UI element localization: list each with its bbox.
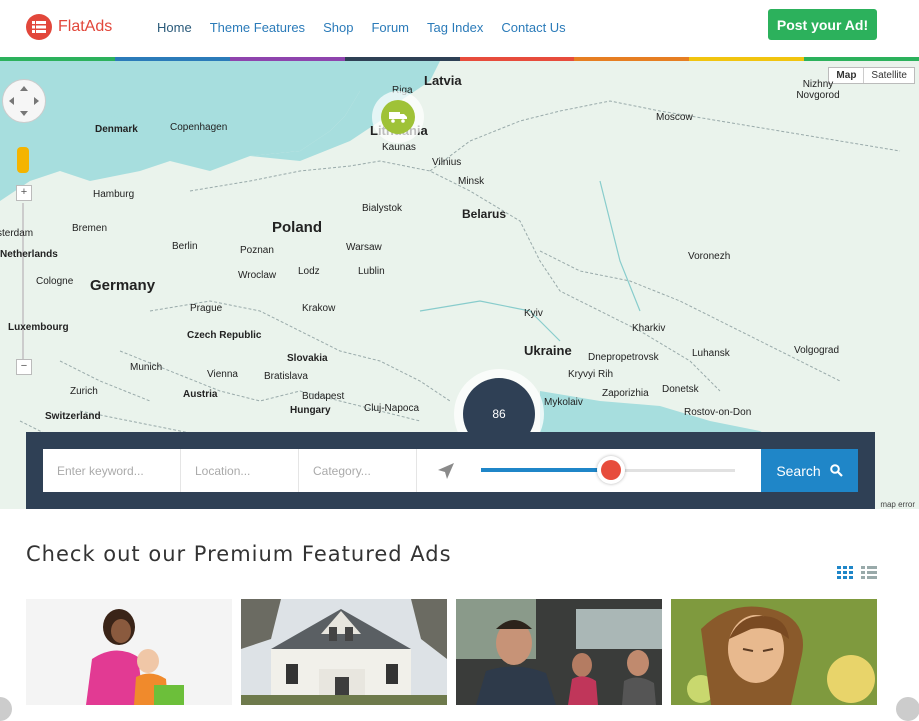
nav-contact-us[interactable]: Contact Us	[501, 20, 565, 35]
map-label: Voronezh	[688, 251, 731, 262]
map-label: Berlin	[172, 241, 198, 252]
map-label: Budapest	[302, 391, 345, 402]
map-label: Slovakia	[287, 353, 328, 364]
map-label: Donetsk	[662, 384, 699, 395]
map-label: Belarus	[462, 207, 507, 221]
featured-title: Check out our Premium Featured Ads	[26, 542, 452, 566]
carousel-next-button[interactable]	[896, 697, 919, 721]
map-label: Luhansk	[692, 348, 730, 359]
map-label: Dnepropetrovsk	[588, 352, 659, 363]
map-label: Vienna	[207, 369, 238, 380]
map-label: Hungary	[290, 405, 331, 416]
pan-arrows-icon	[9, 86, 39, 116]
map-label: Kharkiv	[632, 323, 666, 334]
map-label: Latvia	[424, 73, 462, 88]
featured-ad-card[interactable]	[26, 599, 232, 705]
map-label: Volgograd	[794, 345, 840, 356]
map-label: Minsk	[458, 176, 485, 187]
map-label: Kryvyi Rih	[568, 369, 614, 380]
map-label: Bratislava	[264, 371, 308, 382]
location-arrow-icon[interactable]	[437, 462, 455, 485]
search-panel: Enter keyword... Location... Category...…	[26, 432, 875, 509]
map-label: Kaunas	[382, 142, 416, 153]
carousel-prev-button[interactable]	[0, 697, 12, 721]
radius-slider-handle[interactable]	[597, 456, 625, 484]
site-header: FlatAds Home Theme Features Shop Forum T…	[0, 0, 919, 57]
ad-photo-house	[241, 599, 447, 705]
search-button-label: Search	[776, 462, 821, 479]
map-label: Lublin	[358, 266, 385, 277]
map-label: Cluj-Napoca	[364, 403, 420, 414]
map-label: Ukraine	[524, 343, 572, 358]
search-icon	[829, 464, 843, 477]
featured-ad-card[interactable]	[671, 599, 877, 705]
map-label: Kyiv	[524, 308, 543, 319]
main-nav: Home Theme Features Shop Forum Tag Index…	[157, 20, 584, 35]
map-label: Zaporizhia	[602, 388, 649, 399]
map-label: Luxembourg	[8, 322, 69, 333]
map-label: Bremen	[72, 223, 108, 234]
brand-name: FlatAds	[58, 18, 113, 35]
map-label: Lodz	[298, 266, 320, 277]
map-label: Warsaw	[346, 242, 382, 253]
featured-ad-card[interactable]	[456, 599, 662, 705]
category-select[interactable]: Category...	[299, 449, 417, 492]
nav-shop[interactable]: Shop	[323, 20, 353, 35]
keyword-input[interactable]: Enter keyword...	[43, 449, 181, 492]
map-label: Switzerland	[45, 411, 101, 422]
map-label: Poznan	[240, 245, 274, 256]
map-label: Prague	[190, 303, 223, 314]
map-label: Mykolaiv	[544, 397, 583, 408]
nav-tag-index[interactable]: Tag Index	[427, 20, 483, 35]
featured-ad-card[interactable]	[241, 599, 447, 705]
map-label: Bialystok	[362, 203, 403, 214]
map-label: Cologne	[36, 276, 74, 287]
map-label: Germany	[90, 277, 156, 294]
truck-icon	[381, 100, 415, 134]
ad-photo-young-woman	[671, 599, 877, 705]
map-label: Zurich	[70, 386, 98, 397]
zoom-out-button[interactable]: −	[16, 359, 32, 375]
map-label: Rostov-on-Don	[684, 407, 752, 418]
map-marker[interactable]	[372, 91, 424, 143]
nav-forum[interactable]: Forum	[371, 20, 409, 35]
map-label: Hamburg	[93, 189, 135, 200]
map-label: Krakow	[302, 303, 336, 314]
search-button[interactable]: Search	[761, 449, 858, 492]
nav-home[interactable]: Home	[157, 20, 192, 35]
map-label: Vilnius	[432, 157, 462, 168]
list-view-icon[interactable]	[861, 566, 877, 579]
map-label: Wroclaw	[238, 270, 277, 281]
map-label: Munich	[130, 362, 163, 373]
map-type-satellite[interactable]: Satellite	[864, 68, 914, 83]
street-view-pegman-icon[interactable]	[17, 147, 29, 173]
map-label: Austria	[183, 389, 218, 400]
post-ad-button[interactable]: Post your Ad!	[768, 9, 877, 40]
list-icon	[26, 14, 52, 40]
map-label: Moscow	[656, 112, 693, 123]
pan-control[interactable]	[2, 79, 46, 123]
nav-theme-features[interactable]: Theme Features	[210, 20, 305, 35]
radius-slider-fill	[481, 468, 611, 472]
ad-photo-men-in-car	[456, 599, 662, 705]
brand-logo[interactable]: FlatAds	[26, 14, 112, 40]
grid-view-icon[interactable]	[837, 566, 853, 579]
map-label: Amsterdam	[0, 228, 34, 239]
zoom-in-button[interactable]: +	[16, 185, 32, 201]
ad-photo-woman-child	[26, 599, 232, 705]
map-label: Denmark	[95, 124, 138, 135]
map-label: Netherlands	[0, 249, 58, 260]
map-label: Czech Republic	[187, 330, 262, 341]
zoom-slider-track[interactable]	[22, 203, 24, 363]
location-input[interactable]: Location...	[181, 449, 299, 492]
map-error-link[interactable]: map error	[880, 500, 915, 509]
map-label: Copenhagen	[170, 122, 228, 133]
map-label: Nizhny Novgorod	[796, 79, 840, 101]
map-label: Poland	[272, 219, 323, 236]
